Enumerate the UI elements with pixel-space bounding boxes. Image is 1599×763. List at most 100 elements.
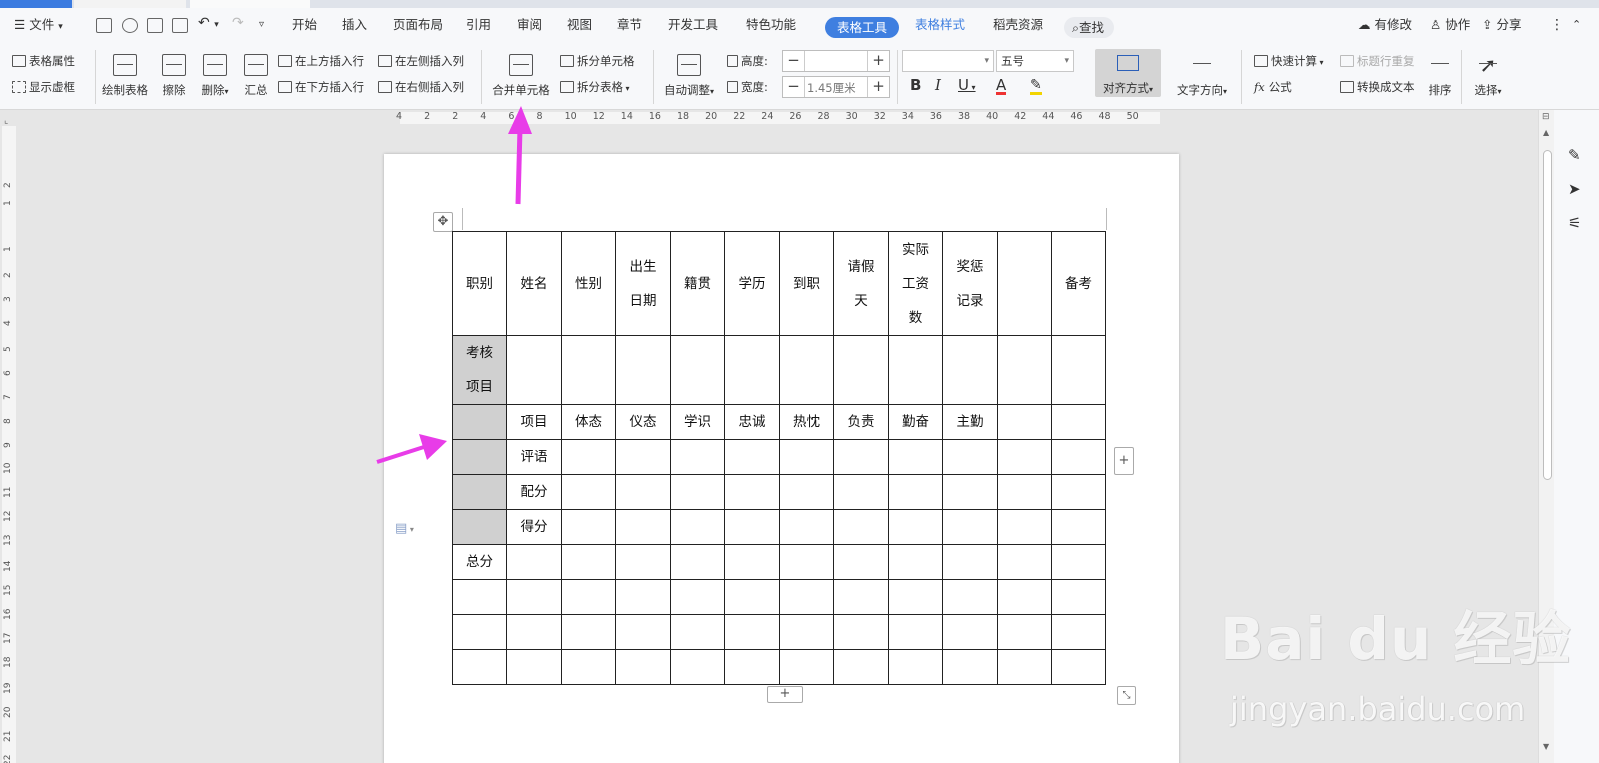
table-cell[interactable]: 评语 — [506, 439, 562, 475]
table-cell[interactable] — [997, 404, 1052, 440]
table-cell[interactable] — [670, 544, 725, 580]
table-cell[interactable] — [779, 649, 834, 685]
table-cell[interactable] — [888, 474, 943, 510]
table-cell[interactable]: 学识 — [670, 404, 725, 440]
share-button[interactable]: ⇪ 分享 — [1482, 16, 1521, 34]
table-cell[interactable] — [506, 335, 562, 405]
table-cell[interactable] — [1051, 544, 1106, 580]
tab-view[interactable]: 视图 — [567, 16, 592, 34]
table-cell[interactable]: 出生 日期 — [615, 231, 671, 336]
insert-below-button[interactable]: 在下方插入行 — [278, 80, 364, 94]
table-cell[interactable]: 实际 工资 数 — [888, 231, 943, 336]
delete-button[interactable]: 删除▾ — [196, 54, 234, 98]
table-cell[interactable] — [452, 509, 507, 545]
table-cell[interactable] — [615, 649, 671, 685]
save-icon[interactable] — [96, 18, 112, 33]
table-cell[interactable] — [997, 474, 1052, 510]
table-cell[interactable] — [670, 509, 725, 545]
summary-button[interactable]: 汇总 — [240, 54, 272, 98]
width-input[interactable]: −1.45厘米 + — [782, 76, 890, 98]
split-cells-button[interactable]: 拆分单元格 — [560, 54, 635, 68]
table-cell[interactable] — [615, 614, 671, 650]
table-cell[interactable]: 总分 — [452, 544, 507, 580]
table-cell[interactable] — [452, 579, 507, 615]
table-cell[interactable]: 忠诚 — [724, 404, 780, 440]
table-cell[interactable] — [724, 509, 780, 545]
table-cell[interactable] — [1051, 439, 1106, 475]
customize-quick-access-icon[interactable]: ▿ — [259, 16, 264, 34]
table-cell[interactable] — [1051, 614, 1106, 650]
table-cell[interactable] — [942, 649, 998, 685]
table-cell[interactable] — [670, 474, 725, 510]
table-cell[interactable] — [942, 439, 998, 475]
draw-table-button[interactable]: 绘制表格 — [99, 54, 151, 98]
table-move-handle-icon[interactable]: ✥ — [433, 212, 453, 232]
align-button[interactable]: 对齐方式▾ — [1095, 49, 1161, 97]
table-cell[interactable] — [452, 474, 507, 510]
table-cell[interactable] — [997, 544, 1052, 580]
table-cell[interactable] — [833, 649, 889, 685]
highlight-icon[interactable]: ✎ — [1030, 78, 1042, 95]
table-cell[interactable] — [724, 649, 780, 685]
table-cell[interactable] — [561, 649, 616, 685]
to-text-button[interactable]: 转换成文本 — [1340, 80, 1415, 94]
table-cell[interactable] — [1051, 579, 1106, 615]
split-table-button[interactable]: 拆分表格 ▾ — [560, 80, 630, 96]
pointer-icon[interactable]: ➤ — [1568, 180, 1586, 198]
font-color-button[interactable]: A — [996, 78, 1007, 95]
add-column-icon[interactable]: + — [1114, 447, 1134, 475]
table-cell[interactable] — [942, 579, 998, 615]
table-cell[interactable] — [833, 509, 889, 545]
table-resize-icon[interactable]: ⤡ — [1117, 686, 1136, 705]
table-cell[interactable] — [833, 439, 889, 475]
table-cell[interactable] — [561, 579, 616, 615]
italic-button[interactable]: I — [935, 78, 941, 93]
collab-button[interactable]: ♙ 协作 — [1430, 16, 1470, 34]
height-decrease-button[interactable]: − — [783, 51, 805, 71]
document-table[interactable]: 职别 姓名 性别 出生 日期 籍贯 学历 到职 请假 天 实际 工资 数 奖惩 … — [452, 231, 1106, 685]
table-cell[interactable] — [997, 335, 1052, 405]
page-nav-icon[interactable]: ⊟ — [1542, 112, 1550, 122]
table-cell[interactable]: 负责 — [833, 404, 889, 440]
table-cell[interactable] — [561, 439, 616, 475]
table-cell[interactable] — [997, 439, 1052, 475]
table-cell[interactable] — [779, 335, 834, 405]
table-cell[interactable] — [888, 439, 943, 475]
table-props-button[interactable]: 表格属性 — [12, 54, 75, 68]
table-cell[interactable]: 备考 — [1051, 231, 1106, 336]
table-cell[interactable] — [779, 579, 834, 615]
table-cell[interactable] — [888, 335, 943, 405]
table-cell[interactable] — [779, 474, 834, 510]
table-cell[interactable] — [724, 614, 780, 650]
text-direction-button[interactable]: 文字方向▾ — [1170, 54, 1234, 98]
table-cell[interactable]: 项目 — [506, 404, 562, 440]
merge-cells-button[interactable]: 合并单元格 — [488, 54, 554, 98]
autofit-button[interactable]: 自动调整▾ — [658, 54, 720, 98]
table-cell[interactable] — [997, 509, 1052, 545]
table-cell[interactable] — [724, 335, 780, 405]
table-cell[interactable] — [561, 335, 616, 405]
table-cell[interactable]: 勤奋 — [888, 404, 943, 440]
tab-developer[interactable]: 开发工具 — [668, 16, 718, 34]
underline-button[interactable]: U ▾ — [958, 78, 976, 95]
table-cell[interactable]: 请假 天 — [833, 231, 889, 336]
table-cell[interactable] — [615, 474, 671, 510]
table-cell[interactable] — [942, 509, 998, 545]
format-painter-icon[interactable] — [122, 18, 138, 33]
table-cell[interactable]: 得分 — [506, 509, 562, 545]
table-cell[interactable]: 考核 项目 — [452, 335, 507, 405]
table-cell[interactable] — [452, 404, 507, 440]
insert-above-button[interactable]: 在上方插入行 — [278, 54, 364, 68]
table-cell[interactable]: 籍贯 — [670, 231, 725, 336]
font-size-select[interactable]: 五号 — [996, 50, 1074, 72]
wps-home-tab[interactable] — [0, 0, 72, 8]
table-cell[interactable] — [942, 335, 998, 405]
table-cell[interactable] — [888, 509, 943, 545]
paragraph-layout-icon[interactable]: ▤ ▾ — [395, 521, 414, 536]
table-cell[interactable] — [1051, 335, 1106, 405]
scroll-down-icon[interactable]: ▼ — [1543, 742, 1549, 751]
table-cell[interactable] — [997, 649, 1052, 685]
height-input[interactable]: − + — [782, 50, 890, 72]
has-changes-button[interactable]: ☁ 有修改 — [1358, 16, 1412, 34]
table-cell[interactable] — [615, 439, 671, 475]
